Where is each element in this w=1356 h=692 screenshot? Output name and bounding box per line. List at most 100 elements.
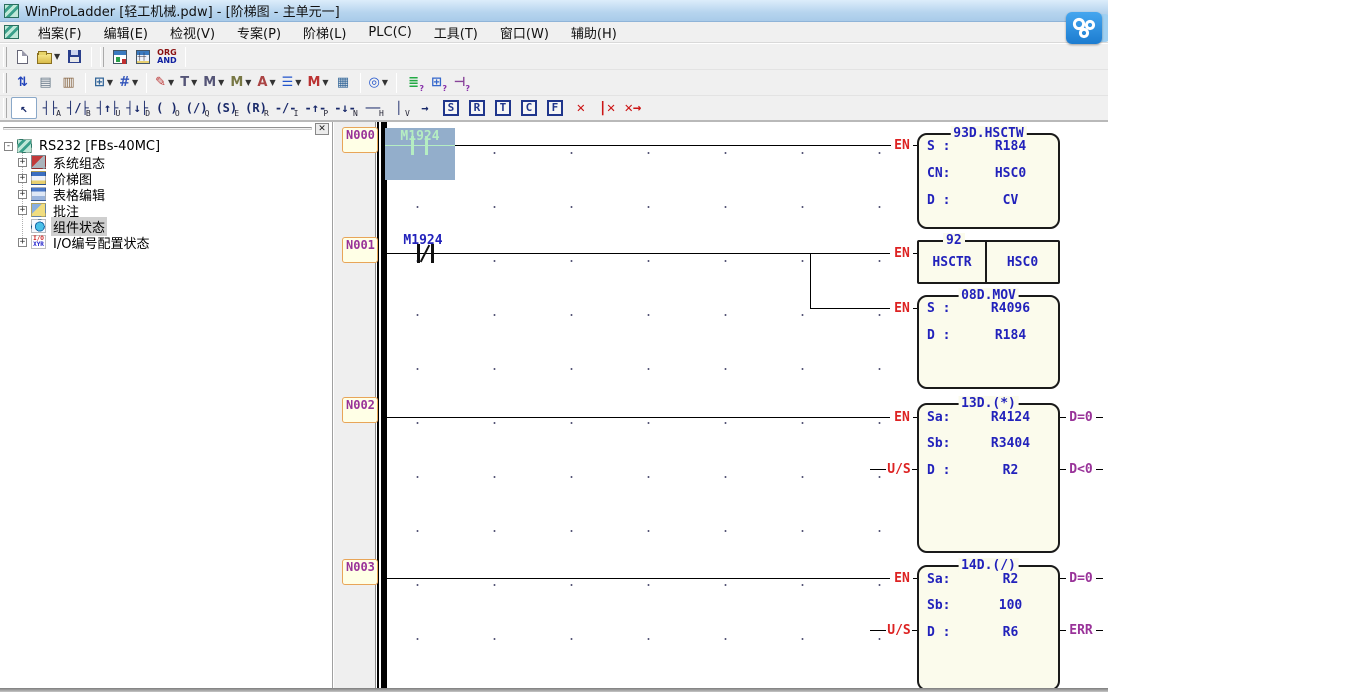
network-label-n001[interactable]: N001 bbox=[342, 237, 378, 263]
motor-component-button[interactable]: M▼ bbox=[227, 72, 254, 94]
analog-component-button[interactable]: A▼ bbox=[254, 72, 278, 94]
save-button[interactable] bbox=[63, 46, 86, 68]
ladder-network-button[interactable]: #▼ bbox=[116, 72, 141, 94]
hline-tool-button[interactable]: ──H bbox=[360, 97, 386, 119]
toolbar-drag-handle[interactable] bbox=[3, 73, 7, 93]
function-block-hsctr[interactable]: 92 HSCTR HSC0 bbox=[917, 240, 1060, 284]
func-c-button[interactable]: C bbox=[516, 97, 542, 119]
contact-nc-button[interactable]: ┤/├B bbox=[63, 97, 93, 119]
tree-expander-icon[interactable]: + bbox=[18, 206, 27, 215]
coil-reset-button[interactable]: (R)R bbox=[241, 97, 271, 119]
param-value[interactable]: R2 bbox=[971, 572, 1050, 588]
tree-item-3[interactable]: +表格编辑 bbox=[0, 186, 332, 202]
contact-name-m1924[interactable]: M1924 bbox=[385, 129, 455, 144]
edit-component-button[interactable]: ✎▼ bbox=[152, 72, 177, 94]
contact-name-m1924[interactable]: M1924 bbox=[395, 233, 451, 248]
tree-item-0[interactable]: -RS232 [FBs-40MC] bbox=[0, 138, 332, 154]
toolbar-drag-handle[interactable] bbox=[3, 47, 7, 67]
delete-row-button[interactable]: ✕→ bbox=[620, 97, 646, 119]
status-query-ladder-button[interactable]: ⊞? bbox=[425, 72, 448, 94]
coil-set-button[interactable]: (S)E bbox=[211, 97, 241, 119]
menu-item-5[interactable]: PLC(C) bbox=[357, 23, 422, 42]
open-file-button[interactable]: ▼ bbox=[34, 46, 63, 68]
monitor-component-button[interactable]: M▼ bbox=[304, 72, 331, 94]
coil-out-button[interactable]: ( )O bbox=[152, 97, 182, 119]
network-label-n002[interactable]: N002 bbox=[342, 397, 378, 423]
tree-item-6[interactable]: +I/OXYRI/O编号配置状态 bbox=[0, 234, 332, 250]
toolbar-drag-handle[interactable] bbox=[3, 98, 7, 118]
function-block-hsctw[interactable]: 93D.HSCTW S :R184 CN:HSC0 D :CV bbox=[917, 133, 1060, 229]
document-window-icon[interactable] bbox=[4, 25, 19, 39]
coil-not-button[interactable]: (/)Q bbox=[182, 97, 212, 119]
delete-vline-button[interactable]: |✕ bbox=[594, 97, 620, 119]
param-value[interactable]: HSC0 bbox=[971, 166, 1050, 182]
select-pointer-button[interactable]: ↖ bbox=[11, 97, 37, 119]
vline-tool-button[interactable]: │V bbox=[386, 97, 412, 119]
network-label-n000[interactable]: N000 bbox=[342, 127, 378, 153]
tree-item-2[interactable]: +阶梯图 bbox=[0, 170, 332, 186]
function-block-divide[interactable]: 14D.(/) Sa:R2 Sb:100 D :R6 bbox=[917, 565, 1060, 691]
menu-item-3[interactable]: 专案(P) bbox=[226, 21, 292, 44]
function-block-mov[interactable]: 08D.MOV S :R4096 D :R184 bbox=[917, 295, 1060, 389]
toolbar-drag-handle[interactable] bbox=[100, 47, 104, 67]
status-query-contact-button[interactable]: ⊣? bbox=[448, 72, 471, 94]
menu-item-7[interactable]: 窗口(W) bbox=[489, 21, 560, 44]
param-value[interactable]: 100 bbox=[971, 598, 1050, 614]
counter-component-button[interactable]: M▼ bbox=[200, 72, 227, 94]
status-query-green-button[interactable]: ≣? bbox=[402, 72, 425, 94]
title-bar[interactable]: WinProLadder [轻工机械.pdw] - [阶梯图 - 主单元一] bbox=[0, 0, 1108, 22]
tree-expander-icon[interactable]: - bbox=[4, 142, 13, 151]
func-r-button[interactable]: R bbox=[464, 97, 490, 119]
func-f-button[interactable]: F bbox=[542, 97, 568, 119]
project-window-button[interactable]: ⊞▼ bbox=[91, 72, 116, 94]
param-value[interactable]: R184 bbox=[971, 139, 1050, 155]
table-edit-button[interactable]: ▦ bbox=[332, 72, 355, 94]
tree-item-4[interactable]: +批注 bbox=[0, 202, 332, 218]
overlay-cloud-app-icon[interactable] bbox=[1066, 12, 1108, 44]
param-value[interactable]: R184 bbox=[971, 328, 1050, 344]
menu-item-1[interactable]: 编辑(E) bbox=[93, 21, 159, 44]
pulse-rising-button[interactable]: -↑-P bbox=[301, 97, 331, 119]
param-value[interactable]: R4124 bbox=[971, 410, 1050, 426]
register-book-button[interactable]: ▥ bbox=[57, 72, 80, 94]
func-s-button[interactable]: S bbox=[438, 97, 464, 119]
param-value[interactable]: R2 bbox=[971, 463, 1050, 479]
contact-no-button[interactable]: ┤├A bbox=[37, 97, 63, 119]
tree-item-1[interactable]: +系统组态 bbox=[0, 154, 332, 170]
func-t-button[interactable]: T bbox=[490, 97, 516, 119]
branch-arrow-button[interactable]: → bbox=[412, 97, 438, 119]
param-value[interactable]: R4096 bbox=[971, 301, 1050, 317]
menu-item-0[interactable]: 档案(F) bbox=[27, 21, 93, 44]
menu-item-6[interactable]: 工具(T) bbox=[423, 21, 489, 44]
close-panel-button[interactable]: ✕ bbox=[315, 123, 329, 135]
ladder-window-button[interactable] bbox=[131, 46, 154, 68]
ic-chip-button[interactable]: ▤ bbox=[34, 72, 57, 94]
panel-grab-groove[interactable] bbox=[3, 127, 312, 130]
delete-element-button[interactable]: ✕ bbox=[568, 97, 594, 119]
param-value[interactable]: R6 bbox=[971, 625, 1050, 641]
project-tree-window-button[interactable] bbox=[108, 46, 131, 68]
menu-item-4[interactable]: 阶梯(L) bbox=[292, 21, 357, 44]
tree-expander-icon[interactable]: + bbox=[18, 174, 27, 183]
block-cell[interactable]: HSC0 bbox=[987, 242, 1058, 282]
menu-item-8[interactable]: 辅助(H) bbox=[560, 21, 628, 44]
zoom-find-button[interactable]: ◎▼ bbox=[366, 72, 392, 94]
tree-item-5[interactable]: +组件状态 bbox=[0, 218, 332, 234]
function-block-multiply[interactable]: 13D.(*) Sa:R4124 Sb:R3404 D :R2 bbox=[917, 403, 1060, 553]
timer-component-button[interactable]: T▼ bbox=[177, 72, 200, 94]
tree-expander-icon[interactable]: + bbox=[18, 158, 27, 167]
menu-item-2[interactable]: 检视(V) bbox=[159, 21, 226, 44]
contact-falling-button[interactable]: ┤↓├D bbox=[122, 97, 152, 119]
tree-expander-icon[interactable]: + bbox=[18, 190, 27, 199]
io-number-convert-button[interactable]: ⇅ bbox=[11, 72, 34, 94]
block-cell[interactable]: HSCTR bbox=[919, 242, 985, 282]
invert-button[interactable]: -/-I bbox=[271, 97, 301, 119]
status-list-button[interactable]: ☰▼ bbox=[279, 72, 305, 94]
contact-rising-button[interactable]: ┤↑├U bbox=[93, 97, 123, 119]
tree-expander-icon[interactable]: + bbox=[18, 238, 27, 247]
org-and-instruction-button[interactable]: ORG AND bbox=[154, 46, 180, 68]
param-value[interactable]: R3404 bbox=[971, 436, 1050, 452]
param-value[interactable]: CV bbox=[971, 193, 1050, 209]
new-file-button[interactable] bbox=[11, 46, 34, 68]
network-label-n003[interactable]: N003 bbox=[342, 559, 378, 585]
